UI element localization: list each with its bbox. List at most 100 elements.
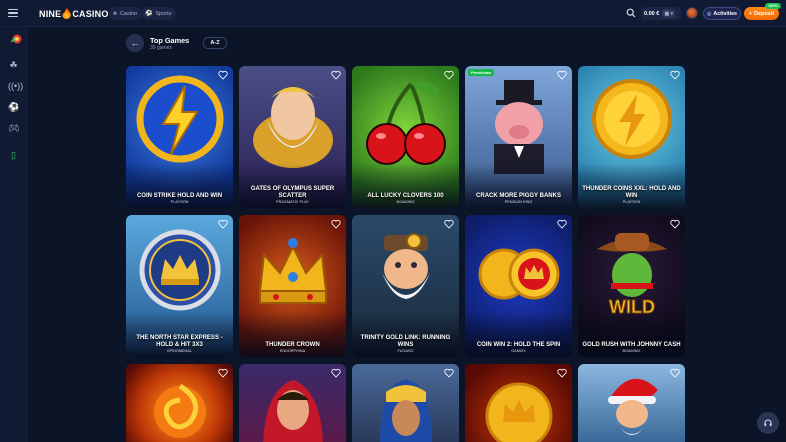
heart-icon[interactable] [557, 368, 567, 378]
deposit-badge-text: 100% [768, 4, 778, 8]
game-card[interactable] [126, 364, 233, 442]
plus-icon: + [748, 10, 753, 17]
logo-text-right: CASINO [72, 8, 109, 19]
game-provider: ENDORPHINA [279, 349, 306, 353]
heart-icon[interactable] [331, 219, 341, 229]
balance-value: 0.00 € [644, 10, 660, 17]
heart-icon[interactable] [557, 70, 567, 80]
game-title: TRINITY GOLD LINK: RUNNING WINS [360, 335, 451, 348]
arrow-left-icon: ← [130, 38, 140, 48]
game-provider: SPINOMENAL [167, 349, 192, 353]
nav-sports[interactable]: ⚽ Sports [141, 7, 177, 20]
game-card[interactable]: COIN STRIKE HOLD AND WIN PLAYSON [126, 66, 233, 208]
casino-icon: ♣ [113, 10, 117, 17]
thunder-coin-art [591, 79, 672, 159]
cherries-art [365, 82, 446, 165]
north-star-art [139, 229, 220, 311]
heart-icon[interactable] [444, 219, 454, 229]
page-title: Top Games [150, 36, 190, 45]
game-title: THE NORTH STAR EXPRESS - HOLD & HIT 3X3 [136, 335, 223, 348]
heart-icon[interactable] [557, 219, 567, 229]
heart-icon[interactable] [444, 368, 454, 378]
support-chat-button[interactable] [757, 412, 779, 434]
heart-icon[interactable] [331, 368, 341, 378]
game-title: GOLD RUSH WITH JOHNNY CASH [582, 341, 681, 348]
heart-icon[interactable] [444, 70, 454, 80]
game-card[interactable]: THUNDER COINS XXL: HOLD AND WIN PLAYSON [578, 66, 685, 208]
game-provider: PRAGMATIC PLAY [276, 200, 309, 204]
game-card[interactable]: GATES OF OLYMPUS SUPER SCATTER PRAGMATIC… [239, 66, 346, 208]
game-card[interactable]: ALL LUCKY CLOVERS 100 BGAMING [352, 66, 459, 208]
game-card[interactable]: Prerelease CRACK MORE PIGGY BANKS PENGUI… [465, 66, 572, 208]
game-card[interactable]: TRINITY GOLD LINK: RUNNING WINS FUGASO [352, 215, 459, 357]
games-count: 39 games [150, 45, 172, 51]
fire-swirl-art [153, 383, 206, 438]
game-provider: FUGASO [397, 349, 414, 353]
nav-sports-label: Sports [155, 10, 172, 17]
avatar[interactable] [686, 7, 698, 19]
activities-label: Activities [713, 10, 737, 17]
miner-art [381, 233, 430, 299]
game-provider: BGAMING [396, 200, 415, 204]
activities-button[interactable]: ◎ Activities [703, 7, 741, 20]
game-title: ALL LUCKY CLOVERS 100 [367, 192, 444, 199]
heart-icon[interactable] [331, 70, 341, 80]
game-card[interactable] [239, 364, 346, 442]
gamepad-icon[interactable]: 🎮︎ [8, 123, 19, 134]
game-card[interactable]: THE NORTH STAR EXPRESS - HOLD & HIT 3X3 … [126, 215, 233, 357]
nav-casino[interactable]: ♣ Casino [109, 7, 143, 20]
search-icon[interactable] [626, 8, 636, 18]
game-title: CRACK MORE PIGGY BANKS [476, 192, 561, 199]
game-title: GATES OF OLYMPUS SUPER SCATTER [250, 186, 335, 199]
favorites-icon[interactable]: ☘ [8, 60, 19, 71]
deposit-bonus-badge: 100% [765, 3, 781, 9]
football-icon[interactable]: ⚽ [8, 102, 19, 113]
game-provider: PLAYSON [170, 200, 189, 204]
princess-art [262, 380, 323, 442]
flame-icon [62, 8, 72, 19]
menu-icon[interactable] [8, 9, 18, 18]
lightning-coin-art [136, 75, 223, 163]
gold-crown-coin-art [485, 382, 552, 442]
sports-icon: ⚽ [145, 11, 153, 17]
balance-display[interactable]: 0.00 € ▣ ▾ [641, 7, 681, 20]
back-button[interactable]: ← [126, 34, 144, 52]
deposit-label: Deposit [754, 10, 775, 17]
activities-icon: ◎ [707, 10, 712, 17]
mobile-icon[interactable]: ▯ [8, 150, 19, 161]
game-title: COIN WIN 2: HOLD THE SPIN [476, 341, 561, 348]
game-title: COIN STRIKE HOLD AND WIN [136, 192, 223, 199]
game-provider: BGAMING [622, 349, 641, 353]
game-card[interactable]: WILD GOLD RUSH WITH JOHNNY CASH BGAMING [578, 215, 685, 357]
heart-icon[interactable] [218, 70, 228, 80]
game-provider: GAMZIX [511, 349, 526, 353]
heart-icon[interactable] [218, 368, 228, 378]
piggy-art [493, 80, 544, 174]
game-card[interactable]: THUNDER CROWN ENDORPHINA [239, 215, 346, 357]
game-provider: PLAYSON [622, 200, 641, 204]
heart-icon[interactable] [670, 70, 680, 80]
game-card[interactable] [352, 364, 459, 442]
promo-icon[interactable] [8, 33, 22, 44]
santa-art [607, 378, 658, 435]
game-card[interactable]: COIN WIN 2: HOLD THE SPIN GAMZIX [465, 215, 572, 357]
cleopatra-art [379, 380, 432, 442]
heart-icon[interactable] [218, 219, 228, 229]
heart-icon[interactable] [670, 368, 680, 378]
logo-text-left: NINE [39, 8, 62, 19]
zeus-art [252, 87, 333, 168]
crown-art [258, 238, 327, 304]
game-title: THUNDER COINS XXL: HOLD AND WIN [582, 186, 681, 199]
game-card[interactable] [578, 364, 685, 442]
wallet-dropdown-icon[interactable]: ▣ ▾ [662, 9, 676, 18]
heart-icon[interactable] [670, 219, 680, 229]
nav-casino-label: Casino [119, 10, 138, 17]
cowboy-cactus-art: WILD [596, 233, 667, 318]
logo[interactable]: NINE CASINO [39, 8, 109, 19]
headset-icon [764, 419, 772, 426]
game-provider: PENGUIN KING [504, 200, 533, 204]
game-card[interactable] [465, 364, 572, 442]
game-title: THUNDER CROWN [265, 341, 320, 348]
sort-button[interactable]: A-Z [203, 37, 227, 49]
live-icon[interactable]: ((•)) [8, 81, 23, 92]
